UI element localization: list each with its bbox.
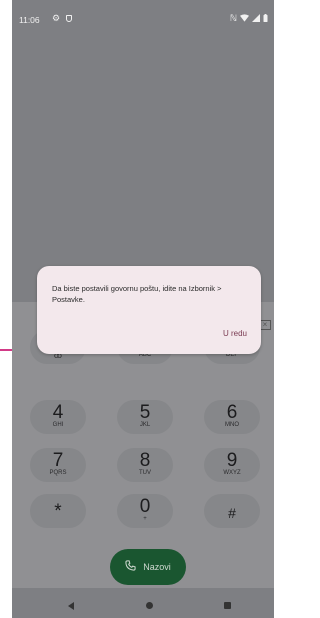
back-icon[interactable]: [68, 602, 74, 610]
key-digit: *: [54, 501, 62, 522]
dialpad-key-7[interactable]: 7 PQRS: [30, 448, 86, 482]
key-digit: 8: [139, 450, 151, 471]
dialpad-key-0[interactable]: 0 +: [117, 494, 173, 528]
key-digit: 5: [139, 402, 151, 423]
home-icon[interactable]: [146, 602, 153, 609]
dialog-ok-button[interactable]: U redu: [223, 329, 247, 338]
shield-icon: [66, 15, 72, 22]
recents-icon[interactable]: [224, 602, 231, 609]
key-letters: +: [143, 516, 147, 522]
dialpad-key-6[interactable]: 6 MNO: [204, 400, 260, 434]
dialpad-key-9[interactable]: 9 WXYZ: [204, 448, 260, 482]
key-letters: TUV: [139, 470, 151, 476]
key-digit: 4: [52, 402, 64, 423]
key-digit: #: [228, 505, 236, 521]
key-digit: 0: [139, 496, 151, 517]
status-bar: 11:06 ⚙ ℕ: [12, 0, 274, 30]
battery-icon: [263, 13, 268, 24]
dialpad-key-5[interactable]: 5 JKL: [117, 400, 173, 434]
dialpad-key-8[interactable]: 8 TUV: [117, 448, 173, 482]
dialpad-key-4[interactable]: 4 GHI: [30, 400, 86, 434]
key-digit: 6: [226, 402, 238, 423]
navigation-bar: [12, 596, 274, 618]
key-letters: GHI: [52, 422, 64, 428]
voicemail-dialog: Da biste postavili govornu poštu, idite …: [37, 266, 261, 354]
status-icons: ℕ: [230, 13, 268, 24]
call-button[interactable]: Nazovi: [110, 549, 186, 585]
gear-icon: ⚙: [52, 13, 61, 23]
key-letters: JKL: [139, 422, 151, 428]
key-digit: 9: [226, 450, 238, 471]
phone-screen: 11:06 ⚙ ℕ × 1 ꝏ 2 ABC 3 DEF 4 GHI: [12, 0, 274, 618]
key-letters: WXYZ: [223, 470, 241, 476]
dialpad-key-hash[interactable]: #: [204, 494, 260, 528]
call-button-label: Nazovi: [143, 562, 171, 572]
key-letters: MNO: [225, 422, 239, 428]
key-letters: PQRS: [49, 470, 67, 476]
nfc-icon: ℕ: [229, 13, 237, 23]
status-time: 11:06: [19, 15, 40, 25]
phone-icon: [125, 560, 136, 574]
wifi-icon: [240, 13, 249, 24]
dialog-message: Da biste postavili govornu poštu, idite …: [52, 284, 222, 304]
key-digit: 7: [52, 450, 64, 471]
signal-icon: [252, 13, 260, 24]
dialpad-key-star[interactable]: *: [30, 494, 86, 528]
